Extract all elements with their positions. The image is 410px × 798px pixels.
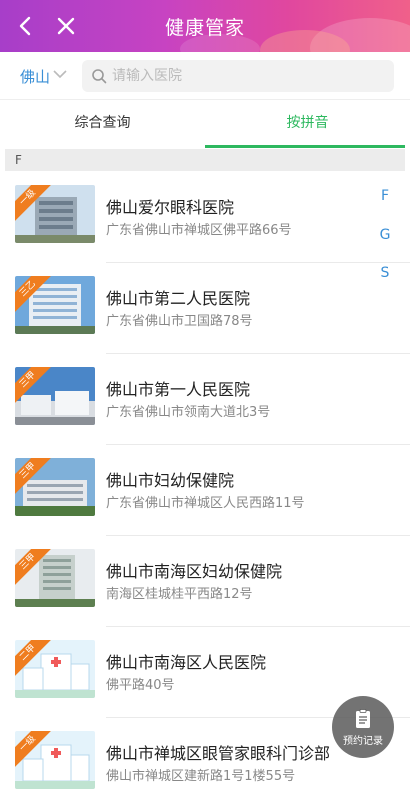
index-letter-g[interactable]: G	[372, 227, 398, 243]
search-box[interactable]	[82, 60, 394, 92]
clipboard-icon	[356, 709, 370, 728]
tab-comprehensive-search[interactable]: 综合查询	[0, 101, 205, 147]
hospital-name: 佛山市禅城区眼管家眼科门诊部	[106, 744, 331, 763]
hospital-address: 广东省佛山市禅城区佛平路66号	[106, 223, 292, 238]
index-letter-f[interactable]: F	[372, 188, 398, 204]
tab-bar: 综合查询 按拼音	[0, 101, 410, 148]
tab-by-pinyin[interactable]: 按拼音	[205, 101, 410, 147]
hospital-thumbnail: 二甲	[15, 640, 95, 698]
list-item[interactable]: 三甲 佛山市妇幼保健院 广东省佛山市禅城区人民西路11号	[0, 445, 410, 536]
search-bar: 佛山	[0, 52, 410, 100]
group-letter-header: F	[5, 149, 405, 171]
chevron-down-icon[interactable]	[53, 69, 67, 79]
city-selector[interactable]: 佛山	[20, 66, 50, 87]
list-item[interactable]: 一级 佛山爱尔眼科医院 广东省佛山市禅城区佛平路66号	[0, 172, 410, 263]
hospital-thumbnail: 一级	[15, 731, 95, 789]
list-item[interactable]: 三乙 佛山市第二人民医院 广东省佛山市卫国路78号	[0, 263, 410, 354]
hospital-thumbnail: 三甲	[15, 458, 95, 516]
hospital-name: 佛山市第二人民医院	[106, 289, 251, 308]
appointment-records-button[interactable]: 预约记录	[332, 696, 394, 758]
list-item[interactable]: 三甲 佛山市南海区妇幼保健院 南海区桂城桂平西路12号	[0, 536, 410, 627]
search-input[interactable]	[112, 65, 382, 87]
hospital-name: 佛山市南海区妇幼保健院	[106, 562, 283, 581]
search-icon	[92, 69, 107, 84]
hospital-thumbnail: 一级	[15, 185, 95, 243]
appointment-records-label: 预约记录	[343, 736, 383, 747]
hospital-address: 广东省佛山市禅城区人民西路11号	[106, 496, 305, 511]
hospital-address: 佛山市禅城区建新路1号1楼55号	[106, 769, 296, 784]
hospital-address: 广东省佛山市卫国路78号	[106, 314, 253, 329]
list-item[interactable]: 三甲 佛山市第一人民医院 广东省佛山市领南大道北3号	[0, 354, 410, 445]
hospital-address: 南海区桂城桂平西路12号	[106, 587, 253, 602]
hospital-name: 佛山市南海区人民医院	[106, 653, 267, 672]
hospital-thumbnail: 三甲	[15, 367, 95, 425]
hospital-address: 佛平路40号	[106, 678, 175, 693]
top-navigation-bar: 健康管家	[0, 0, 410, 52]
hospital-name: 佛山市第一人民医院	[106, 380, 251, 399]
hospital-name: 佛山爱尔眼科医院	[106, 198, 235, 217]
hospital-address: 广东省佛山市领南大道北3号	[106, 405, 271, 420]
hospital-thumbnail: 三甲	[15, 549, 95, 607]
hospital-name: 佛山市妇幼保健院	[106, 471, 235, 490]
page-title: 健康管家	[164, 17, 245, 39]
active-tab-indicator	[205, 145, 405, 148]
hospital-thumbnail: 三乙	[15, 276, 95, 334]
index-letter-s[interactable]: S	[372, 265, 398, 281]
